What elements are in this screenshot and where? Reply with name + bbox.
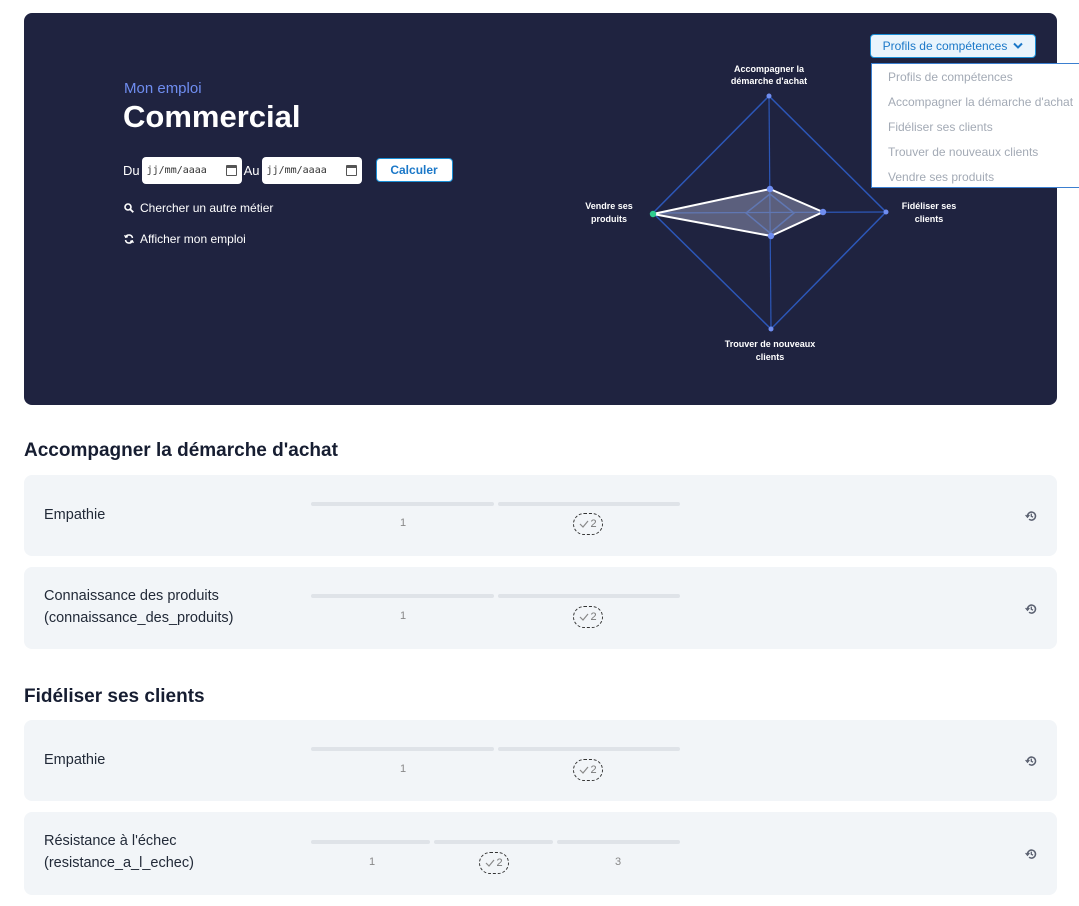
check-icon bbox=[486, 859, 495, 867]
skill-name: Résistance à l'échec (resistance_a_l_ech… bbox=[44, 830, 194, 874]
history-icon[interactable] bbox=[1025, 755, 1037, 767]
section-title: Fidéliser ses clients bbox=[24, 686, 205, 707]
radar-value-right bbox=[819, 208, 827, 216]
history-icon[interactable] bbox=[1025, 603, 1037, 615]
skill-card: Empathie 1 2 bbox=[24, 475, 1057, 556]
level-segment[interactable] bbox=[498, 594, 680, 598]
calendar-icon[interactable] bbox=[345, 164, 357, 176]
level-segment[interactable] bbox=[434, 840, 553, 844]
to-date-input[interactable]: jj/mm/aaaa bbox=[261, 156, 362, 184]
level-segment[interactable] bbox=[498, 747, 680, 751]
section-title: Accompagner la démarche d'achat bbox=[24, 440, 338, 461]
radar-value-bottom bbox=[767, 232, 775, 240]
radar-label-right-2: clients bbox=[915, 214, 944, 224]
calculate-button[interactable]: Calculer bbox=[375, 158, 453, 182]
profiles-dropdown-button[interactable]: Profils de compétences bbox=[870, 34, 1036, 58]
current-level-badge[interactable]: 2 bbox=[573, 513, 603, 535]
level-label[interactable]: 3 bbox=[615, 856, 621, 868]
page-title: Commercial bbox=[123, 99, 301, 134]
skill-id-line: (resistance_a_l_echec) bbox=[44, 855, 194, 871]
level-segment[interactable] bbox=[311, 502, 494, 506]
dropdown-option[interactable]: Fidéliser ses clients bbox=[872, 114, 1079, 139]
skill-name-line: Résistance à l'échec bbox=[44, 833, 177, 849]
radar-point-right bbox=[883, 209, 889, 215]
current-level-badge[interactable]: 2 bbox=[573, 606, 603, 628]
page-subtitle: Mon emploi bbox=[124, 80, 202, 97]
radar-label-right: Fidéliser ses bbox=[902, 201, 957, 211]
calendar-icon[interactable] bbox=[225, 164, 237, 176]
profiles-dropdown-menu: Profils de compétences Accompagner la dé… bbox=[871, 63, 1079, 188]
level-segment[interactable] bbox=[311, 594, 494, 598]
search-job-label: Chercher un autre métier bbox=[140, 201, 274, 215]
profiles-dropdown-label: Profils de compétences bbox=[882, 39, 1008, 53]
radar-point-bottom bbox=[768, 326, 774, 332]
radar-point-top bbox=[766, 93, 772, 99]
skill-card: Empathie 1 2 bbox=[24, 720, 1057, 801]
dropdown-option[interactable]: Trouver de nouveaux clients bbox=[872, 139, 1079, 164]
dropdown-option[interactable]: Accompagner la démarche d'achat bbox=[872, 89, 1079, 114]
check-icon bbox=[580, 520, 589, 528]
date-range: Du jj/mm/aaaa Au jj/mm/aaaa Calculer bbox=[123, 156, 453, 184]
current-level-value: 2 bbox=[590, 611, 597, 623]
show-job-link[interactable]: Afficher mon emploi bbox=[124, 232, 246, 246]
skill-name-line: Connaissance des produits bbox=[44, 588, 219, 604]
radar-label-top: Accompagner la bbox=[734, 64, 805, 74]
history-icon[interactable] bbox=[1025, 848, 1037, 860]
refresh-icon bbox=[124, 234, 134, 244]
level-label[interactable]: 1 bbox=[400, 610, 406, 622]
radar-label-left-2: produits bbox=[591, 214, 627, 224]
current-level-value: 2 bbox=[590, 764, 597, 776]
skill-name: Empathie bbox=[44, 752, 106, 768]
level-label[interactable]: 1 bbox=[400, 763, 406, 775]
check-icon bbox=[580, 613, 589, 621]
skill-card: Résistance à l'échec (resistance_a_l_ech… bbox=[24, 812, 1057, 895]
skill-id-line: (connaissance_des_produits) bbox=[44, 610, 234, 626]
dropdown-option[interactable]: Vendre ses produits bbox=[872, 164, 1079, 189]
radar-label-bottom: Trouver de nouveaux bbox=[725, 339, 816, 349]
dropdown-option[interactable]: Profils de compétences bbox=[872, 64, 1079, 89]
radar-label-left: Vendre ses bbox=[585, 201, 633, 211]
from-date-value: jj/mm/aaaa bbox=[146, 164, 207, 176]
current-level-value: 2 bbox=[590, 518, 597, 530]
level-segment[interactable] bbox=[311, 747, 494, 751]
radar-value-area bbox=[652, 187, 826, 238]
to-label: Au bbox=[243, 162, 260, 178]
skill-name: Connaissance des produits (connaissance_… bbox=[44, 585, 233, 629]
current-level-badge[interactable]: 2 bbox=[479, 852, 509, 874]
level-segment[interactable] bbox=[498, 502, 680, 506]
radar-label-bottom-2: clients bbox=[756, 352, 785, 362]
current-level-value: 2 bbox=[496, 857, 503, 869]
radar-value-left bbox=[649, 210, 657, 218]
search-icon bbox=[124, 203, 134, 213]
level-segment[interactable] bbox=[311, 840, 430, 844]
level-label[interactable]: 1 bbox=[369, 856, 375, 868]
level-segment[interactable] bbox=[557, 840, 680, 844]
search-job-link[interactable]: Chercher un autre métier bbox=[124, 201, 273, 215]
radar-value-top bbox=[766, 185, 774, 193]
current-level-badge[interactable]: 2 bbox=[573, 759, 603, 781]
to-date-value: jj/mm/aaaa bbox=[266, 164, 327, 176]
chevron-down-icon bbox=[1013, 42, 1024, 49]
show-job-label: Afficher mon emploi bbox=[140, 232, 246, 246]
radar-label-top-2: démarche d'achat bbox=[731, 76, 807, 86]
check-icon bbox=[580, 766, 589, 774]
history-icon[interactable] bbox=[1025, 510, 1037, 522]
from-label: Du bbox=[123, 162, 140, 178]
from-date-input[interactable]: jj/mm/aaaa bbox=[141, 156, 242, 184]
level-label[interactable]: 1 bbox=[400, 517, 406, 529]
skill-card: Connaissance des produits (connaissance_… bbox=[24, 567, 1057, 649]
skill-name: Empathie bbox=[44, 507, 106, 523]
